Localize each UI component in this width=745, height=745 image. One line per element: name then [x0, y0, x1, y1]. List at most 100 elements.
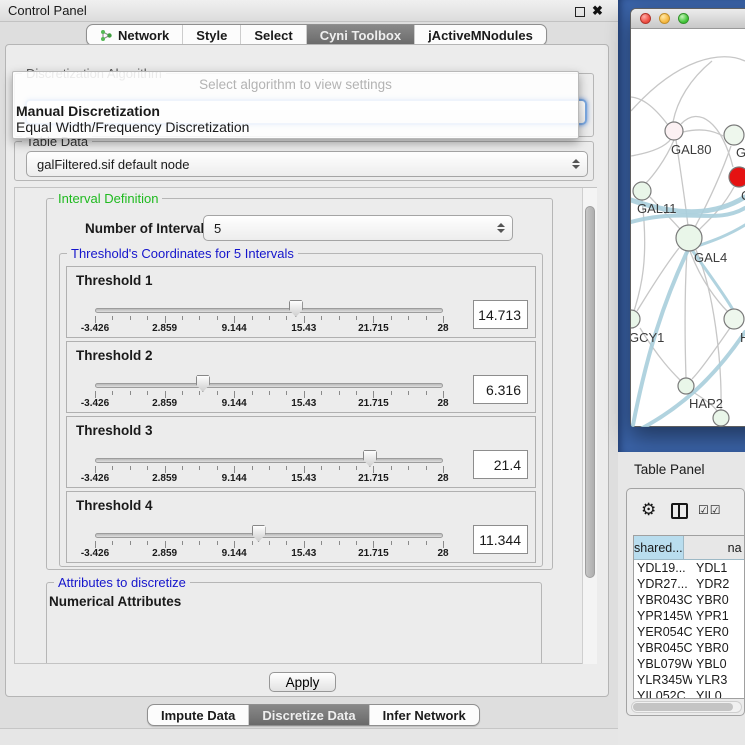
tab-infer-network[interactable]: Infer Network — [369, 705, 479, 725]
threshold-value-field[interactable]: 21.4 — [473, 450, 528, 479]
tick-mark — [286, 466, 287, 470]
threshold-slider-group: Threshold 2-3.4262.8599.14415.4321.71528… — [66, 341, 536, 413]
network-node-gal80[interactable] — [665, 122, 683, 140]
tab-discretize-data[interactable]: Discretize Data — [248, 705, 368, 725]
table-row[interactable]: YLR345WYLR3 — [634, 672, 744, 688]
node-table[interactable]: shared... na YDL19...YDL1YDR27...YDR2YBR… — [633, 535, 745, 699]
tab-jactivemnodules[interactable]: jActiveMNodules — [414, 25, 546, 45]
tab-impute-data[interactable]: Impute Data — [148, 705, 248, 725]
tick-label: 9.144 — [222, 473, 247, 484]
tick-mark — [112, 541, 113, 545]
network-node-gal11[interactable] — [633, 182, 651, 200]
tick-mark — [286, 391, 287, 395]
column-header-shared-name[interactable]: shared... — [634, 536, 684, 559]
network-node-ga[interactable] — [724, 125, 744, 145]
dropdown-item-equal-width-frequency[interactable]: Equal Width/Frequency Discretization — [16, 119, 249, 135]
network-edge[interactable] — [631, 139, 671, 156]
network-node-c[interactable] — [729, 167, 745, 187]
slider-track[interactable] — [95, 383, 443, 388]
tick-mark — [112, 391, 113, 395]
network-edge[interactable] — [634, 200, 645, 311]
cell-name: YDL1 — [692, 561, 727, 575]
control-panel-title: Control Panel — [8, 3, 87, 18]
slider-thumb[interactable] — [363, 450, 377, 467]
network-window-titlebar[interactable] — [631, 9, 745, 29]
network-edge[interactable] — [685, 251, 687, 378]
network-node-unnamed[interactable] — [713, 410, 729, 426]
column-header-name[interactable]: na — [684, 536, 744, 559]
network-node-label: GAL80 — [671, 142, 711, 157]
close-traffic-light-icon[interactable] — [640, 13, 651, 24]
threshold-value-field[interactable]: 6.316 — [473, 375, 528, 404]
tick-mark — [165, 391, 166, 398]
checkboxes-icon[interactable]: ☑☑ — [698, 503, 722, 517]
table-row[interactable]: YBR043CYBR0 — [634, 592, 744, 608]
tick-mark — [130, 541, 131, 545]
tick-mark — [304, 316, 305, 323]
threshold-slider-group: Threshold 4-3.4262.8599.14415.4321.71528… — [66, 491, 536, 563]
tick-label: 28 — [437, 548, 448, 559]
tab-cyni-toolbox[interactable]: Cyni Toolbox — [306, 25, 414, 45]
table-data-combobox[interactable]: galFiltered.sif default node — [26, 151, 588, 177]
slider-thumb[interactable] — [289, 300, 303, 317]
apply-button[interactable]: Apply — [269, 672, 336, 692]
tick-mark — [286, 541, 287, 545]
table-row[interactable]: YER054CYER0 — [634, 624, 744, 640]
network-canvas[interactable]: GAL80GACGAL11GAL4GCY1HHAP2 — [631, 29, 745, 427]
table-row[interactable]: YIL052CYIL0 — [634, 688, 744, 699]
slider-track[interactable] — [95, 458, 443, 463]
network-node-gcy1[interactable] — [631, 310, 640, 328]
tab-style[interactable]: Style — [182, 25, 240, 45]
tick-mark — [252, 541, 253, 545]
table-row[interactable]: YDL19...YDL1 — [634, 560, 744, 576]
tick-mark — [426, 466, 427, 470]
threshold-value-field[interactable]: 11.344 — [473, 525, 528, 554]
split-columns-icon[interactable] — [671, 503, 688, 519]
network-edge[interactable] — [631, 97, 668, 125]
tick-mark — [391, 316, 392, 320]
slider-track[interactable] — [95, 308, 443, 313]
slider-thumb[interactable] — [252, 525, 266, 542]
tick-mark — [339, 391, 340, 395]
table-row[interactable]: YBL079WYBL0 — [634, 656, 744, 672]
network-node-h[interactable] — [724, 309, 744, 329]
panel-scrollbar[interactable] — [582, 188, 597, 664]
minimize-traffic-light-icon[interactable] — [659, 13, 670, 24]
network-edge[interactable] — [692, 328, 730, 379]
network-edge[interactable] — [683, 130, 723, 136]
tab-label: Style — [196, 28, 227, 43]
zoom-traffic-light-icon[interactable] — [678, 13, 689, 24]
tick-mark — [182, 391, 183, 395]
tab-select[interactable]: Select — [240, 25, 305, 45]
dropdown-item-manual-discretization[interactable]: Manual Discretization — [16, 103, 160, 119]
tick-mark — [321, 541, 322, 545]
close-icon[interactable]: ✖ — [592, 3, 603, 19]
network-edge[interactable] — [646, 140, 674, 183]
slider-track[interactable] — [95, 533, 443, 538]
table-row[interactable]: YDR27...YDR2 — [634, 576, 744, 592]
slider-thumb[interactable] — [196, 375, 210, 392]
network-edge[interactable] — [637, 248, 679, 311]
tick-mark — [443, 466, 444, 473]
table-hscrollbar[interactable] — [631, 701, 742, 713]
gear-icon[interactable]: ⚙ — [641, 501, 656, 518]
table-row[interactable]: YBR045CYBR0 — [634, 640, 744, 656]
table-row[interactable]: YPR145WYPR1 — [634, 608, 744, 624]
tab-label: Cyni Toolbox — [320, 28, 401, 43]
threshold-value-field[interactable]: 14.713 — [473, 300, 528, 329]
network-node-gal4[interactable] — [676, 225, 702, 251]
float-window-icon[interactable] — [575, 7, 585, 17]
cell-name: YDR2 — [692, 577, 729, 591]
tick-mark — [269, 316, 270, 320]
tab-network[interactable]: Network — [87, 25, 182, 45]
panel-tabbar: Network Style Select Cyni Toolbox jActiveMNo… — [86, 24, 547, 46]
tick-mark — [165, 466, 166, 473]
table-hscrollbar-thumb[interactable] — [633, 703, 733, 711]
num-intervals-combobox[interactable]: 5 — [203, 215, 513, 241]
network-node-hap2[interactable] — [678, 378, 694, 394]
panel-scrollbar-thumb[interactable] — [585, 206, 595, 578]
tick-mark — [269, 466, 270, 470]
network-edge[interactable] — [631, 57, 745, 111]
tick-mark — [408, 316, 409, 320]
stepper-icon — [572, 159, 580, 169]
